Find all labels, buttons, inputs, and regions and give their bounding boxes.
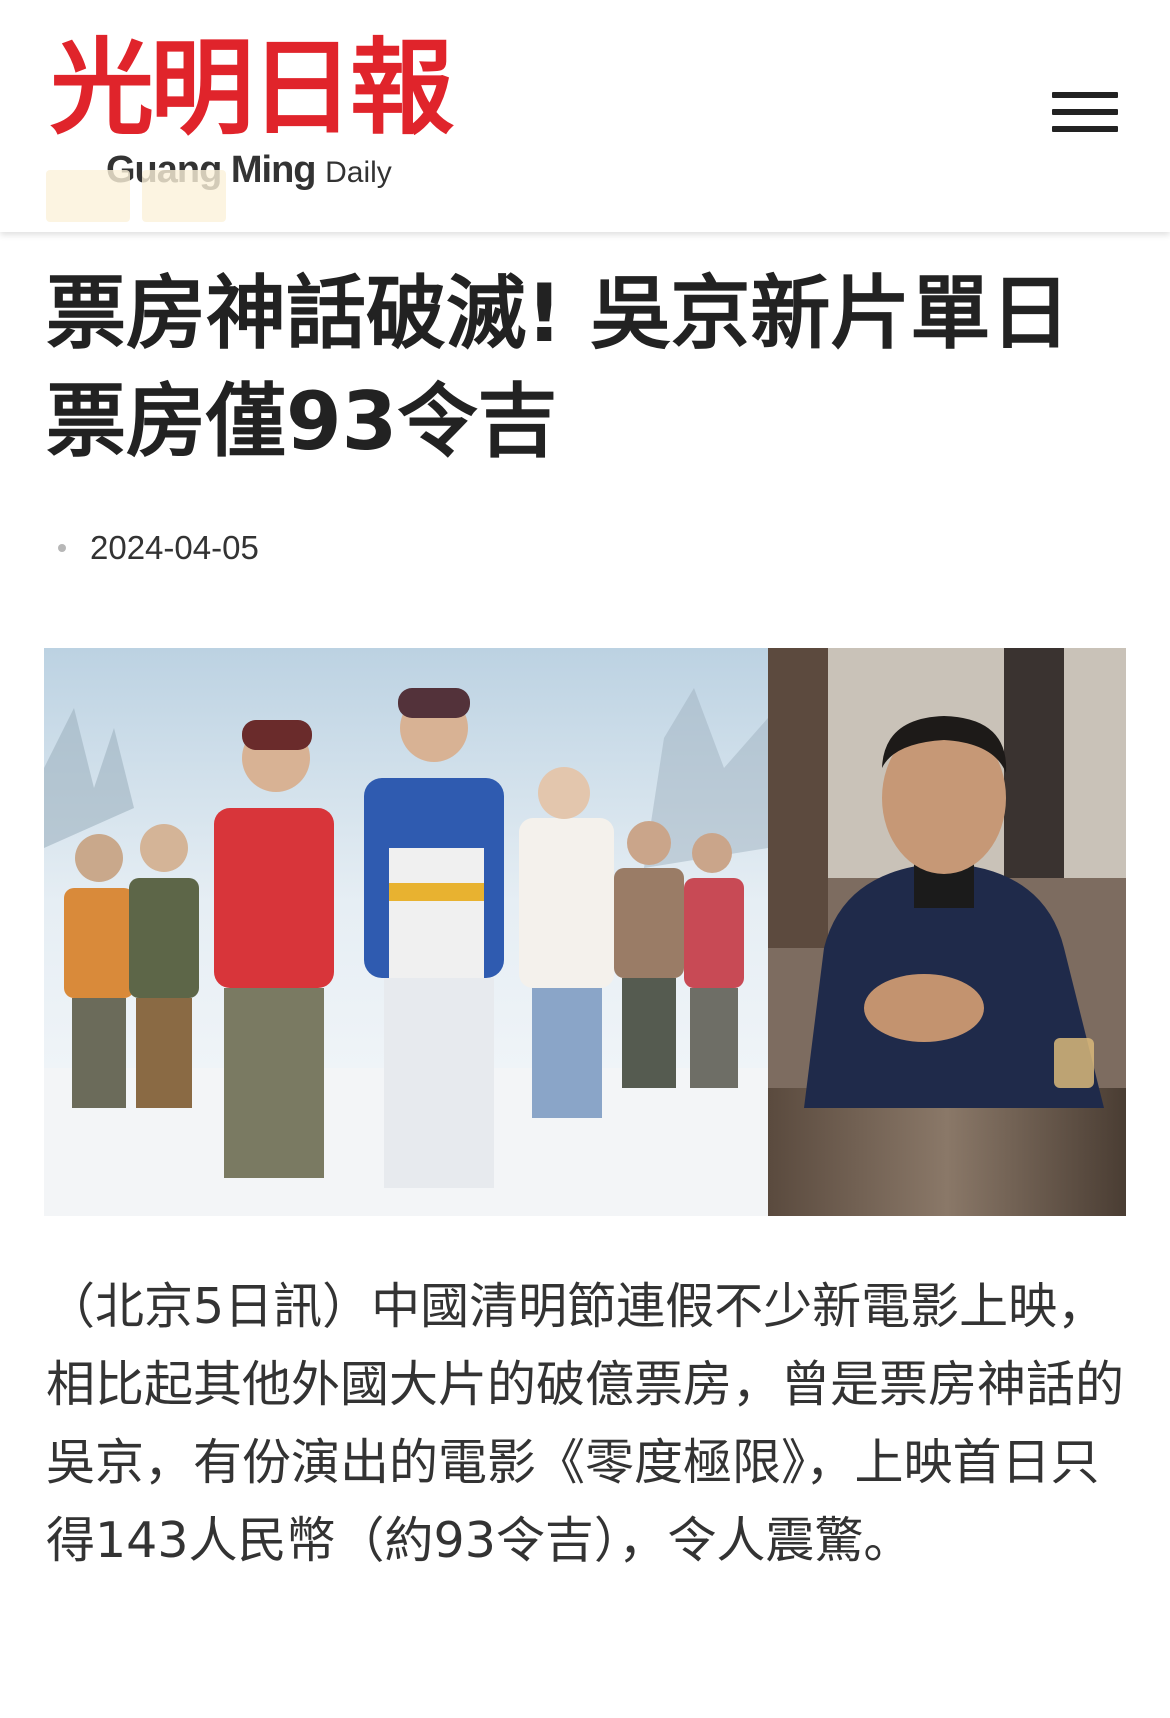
category-tag[interactable] [46, 170, 130, 222]
article-paragraph: （北京5日訊）中國清明節連假不少新電影上映，相比起其他外國大片的破億票房，曾是票… [46, 1278, 1125, 1569]
site-header: 光明日報 Guang Ming Daily [0, 0, 1170, 232]
logo-chinese-text: 光明日報 [50, 26, 454, 149]
article-title: 票房神話破滅! 吳京新片單日票房僅93令吉 [46, 267, 1071, 468]
article-date: 2024-04-05 [90, 529, 259, 566]
bullet-icon [58, 544, 66, 552]
article-meta: 2024-04-05 [58, 528, 259, 568]
hamburger-menu-icon[interactable] [1052, 88, 1122, 138]
logo-english-daily: Daily [325, 156, 392, 189]
category-tag[interactable] [142, 170, 226, 222]
article-image [44, 648, 1126, 1216]
